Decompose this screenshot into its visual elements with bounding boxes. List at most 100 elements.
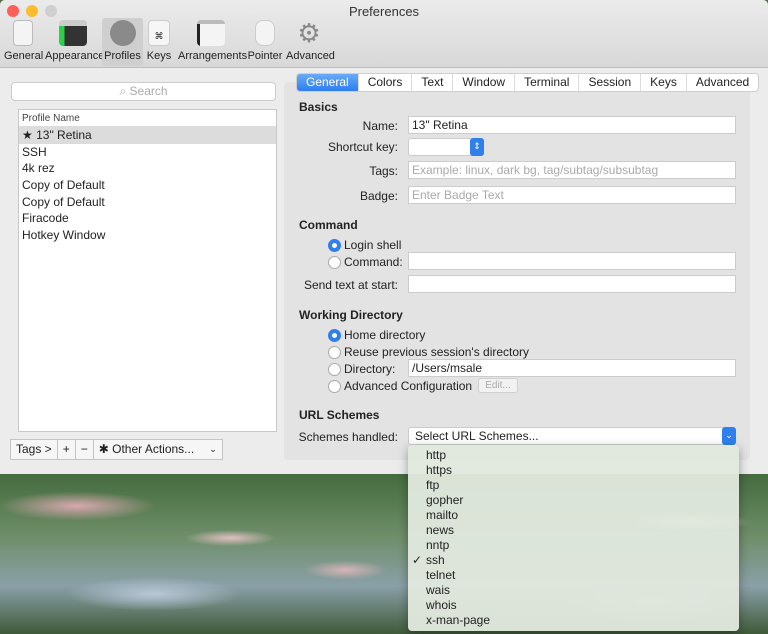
toolbar-profiles[interactable]: Profiles (102, 18, 143, 66)
chevron-down-icon: ⌄ (209, 444, 217, 454)
toolbar-label: Arrangements (178, 50, 248, 62)
titlebar: Preferences General Appearance Profiles … (0, 0, 768, 68)
menu-label: ssh (426, 553, 445, 567)
menu-label: telnet (426, 568, 456, 582)
login-shell-radio[interactable]: Login shell (328, 238, 401, 252)
menu-item-telnet[interactable]: telnet (408, 568, 739, 583)
badge-input[interactable]: Enter Badge Text (408, 186, 736, 204)
toolbar-label: Advanced (286, 50, 335, 62)
tab-advanced[interactable]: Advanced (687, 74, 758, 91)
profile-item[interactable]: ★ 13" Retina (19, 127, 276, 144)
working-directory-heading: Working Directory (299, 308, 403, 322)
switch-icon (13, 20, 33, 46)
toolbar-pointer[interactable]: Pointer (246, 18, 284, 66)
reuse-directory-radio[interactable]: Reuse previous session's directory (328, 345, 529, 359)
menu-item-https[interactable]: https (408, 463, 739, 478)
tags-input[interactable]: Example: linux, dark bg, tag/subtag/subs… (408, 161, 736, 179)
remove-profile-button[interactable]: − (76, 440, 94, 459)
url-schemes-heading: URL Schemes (299, 408, 380, 422)
basics-heading: Basics (299, 100, 338, 114)
menu-label: mailto (426, 508, 459, 522)
toolbar-appearance[interactable]: Appearance (45, 18, 105, 66)
add-profile-button[interactable]: + (58, 440, 76, 459)
profile-item[interactable]: 4k rez (19, 160, 276, 177)
menu-item-whois[interactable]: whois (408, 598, 739, 613)
tab-keys[interactable]: Keys (641, 74, 687, 91)
send-text-label: Send text at start: (303, 278, 398, 292)
home-directory-radio[interactable]: Home directory (328, 328, 425, 342)
select-value: Select URL Schemes... (415, 429, 539, 443)
toolbar-advanced[interactable]: ⚙ Advanced (286, 18, 335, 66)
menu-item-ftp[interactable]: ftp (408, 478, 739, 493)
profile-actions-bar: Tags > + − ✱ Other Actions... ⌄ (10, 439, 223, 460)
menu-label: wais (426, 583, 451, 597)
radio-label: Home directory (344, 328, 426, 342)
profile-tabs: General Colors Text Window Terminal Sess… (296, 73, 760, 92)
schemes-handled-label: Schemes handled: (298, 430, 398, 444)
shortcut-key-label: Shortcut key: (327, 140, 398, 154)
profile-name-header[interactable]: Profile Name (19, 110, 276, 127)
tab-colors[interactable]: Colors (359, 74, 413, 91)
command-heading: Command (299, 218, 358, 232)
tags-button[interactable]: Tags > (11, 440, 58, 459)
tab-general[interactable]: General (297, 74, 359, 91)
menu-label: x-man-page (426, 613, 491, 627)
menu-item-nntp[interactable]: nntp (408, 538, 739, 553)
tab-session[interactable]: Session (579, 74, 642, 91)
menu-item-http[interactable]: http (408, 448, 739, 463)
command-input[interactable] (408, 252, 736, 270)
menu-item-x-man-page[interactable]: x-man-page (408, 613, 739, 628)
command-radio[interactable]: Command: (328, 255, 403, 269)
profile-item[interactable]: SSH (19, 144, 276, 161)
shortcut-key-select[interactable]: ⇕ (408, 138, 484, 156)
menu-item-news[interactable]: news (408, 523, 739, 538)
tags-label: Tags: (369, 164, 398, 178)
edit-button[interactable]: Edit... (478, 378, 518, 393)
profile-item[interactable]: Copy of Default (19, 177, 276, 194)
toolbar-label: Keys (146, 50, 172, 62)
directory-radio[interactable]: Directory: (328, 362, 395, 376)
menu-label: https (426, 463, 453, 477)
profile-item[interactable]: Copy of Default (19, 194, 276, 211)
tab-terminal[interactable]: Terminal (515, 74, 580, 91)
menu-label: http (426, 448, 447, 462)
toolbar-label: General (4, 50, 44, 62)
menu-item-ssh[interactable]: ✓ ssh (408, 553, 739, 568)
tab-text[interactable]: Text (412, 74, 454, 91)
tab-window[interactable]: Window (453, 74, 516, 91)
command-key-icon: ⌘ (148, 20, 170, 46)
toolbar-label: Appearance (45, 50, 105, 62)
url-schemes-select[interactable]: Select URL Schemes... ⌄ (408, 427, 736, 445)
send-text-input[interactable] (408, 275, 736, 293)
profile-item[interactable]: Firacode (19, 210, 276, 227)
menu-item-gopher[interactable]: gopher (408, 493, 739, 508)
chevron-down-icon: ⌄ (722, 427, 736, 445)
radio-label: Reuse previous session's directory (344, 345, 530, 359)
gear-icon: ✱ (98, 442, 109, 456)
toolbar-keys[interactable]: ⌘ Keys (145, 18, 173, 66)
profile-list[interactable]: Profile Name ★ 13" Retina SSH 4k rez Cop… (18, 109, 277, 432)
directory-input[interactable]: /Users/msale (408, 359, 736, 377)
user-icon (109, 20, 136, 46)
search-icon: ⌕ (119, 84, 130, 98)
profile-search-input[interactable]: ⌕ Search (11, 82, 276, 101)
other-actions-label: Other Actions... (112, 442, 195, 456)
badge-label: Badge: (359, 189, 398, 203)
toolbar-general[interactable]: General (4, 18, 44, 66)
menu-label: gopher (426, 493, 464, 507)
gear-icon: ⚙ (297, 18, 321, 48)
checkmark-icon: ✓ (412, 553, 423, 567)
url-schemes-menu: http https ftp gopher mailto news nntp ✓… (408, 445, 739, 631)
menu-item-wais[interactable]: wais (408, 583, 739, 598)
toolbar-label: Pointer (247, 50, 283, 62)
arrangements-icon (197, 20, 225, 46)
settings-panel (284, 82, 750, 460)
menu-label: news (426, 523, 455, 537)
name-input[interactable]: 13" Retina (408, 116, 736, 134)
advanced-config-radio[interactable]: Advanced Configuration (328, 379, 472, 393)
appearance-icon (59, 20, 87, 46)
toolbar-arrangements[interactable]: Arrangements (178, 18, 248, 66)
menu-item-mailto[interactable]: mailto (408, 508, 739, 523)
profile-item[interactable]: Hotkey Window (19, 227, 276, 244)
other-actions-button[interactable]: ✱ Other Actions... ⌄ (94, 440, 222, 459)
